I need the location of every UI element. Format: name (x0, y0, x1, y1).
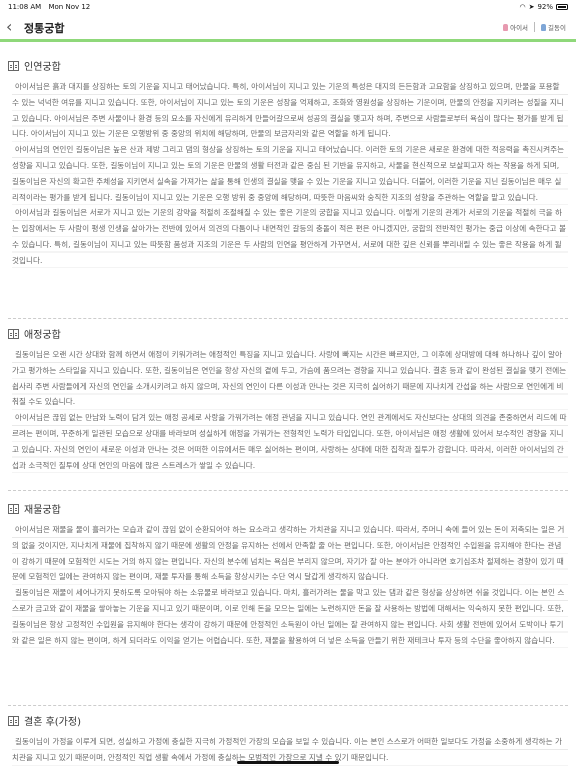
paragraph: 아이서님은 끊임 없는 만남와 노력이 담겨 있는 애정 공세로 사랑을 가꿔가… (12, 410, 568, 474)
back-chevron-icon[interactable]: ‹ (6, 18, 20, 36)
section-divider (8, 705, 568, 706)
section-divider (8, 318, 568, 319)
battery-icon (556, 4, 568, 10)
female-person-icon (503, 23, 509, 31)
book-icon (8, 503, 19, 514)
section-title: 인연궁합 (24, 62, 61, 73)
page-title: 정통궁합 (24, 22, 65, 35)
content-scroll[interactable]: 인연궁합 아이서님은 흙과 대지를 상징하는 토의 기운을 지니고 태어났습니다… (0, 45, 576, 768)
wifi-icon: ◠ (519, 3, 526, 11)
person2-button[interactable]: 길동이 (541, 22, 566, 32)
nav-separator (534, 22, 536, 32)
paragraph: 길동이님은 오랜 시간 상대와 함께 하면서 애정이 키워가려는 애정적인 특징… (12, 347, 568, 411)
battery-percent: 92% (537, 3, 553, 11)
status-time: 11:08 AM (8, 3, 42, 11)
status-date: Mon Nov 12 (48, 3, 91, 11)
paragraph: 아이서님은 흙과 대지를 상징하는 토의 기운을 지니고 태어났습니다. 특히,… (12, 79, 568, 143)
section-header: 재물궁합 (8, 501, 61, 516)
book-icon (8, 715, 19, 726)
nav-bar: ‹ 정통궁합 아이서 길동이 (0, 14, 576, 42)
section-header: 인연궁합 (8, 58, 61, 73)
section-header: 결혼 후(가정) (8, 713, 81, 728)
paragraph: 아이서님은 재물을 물이 흘러가는 모습과 같이 끊임 없이 순환되어야 하는 … (12, 522, 568, 586)
section-body: 길동이님은 오랜 시간 상대와 함께 하면서 애정이 키워가려는 애정적인 특징… (12, 347, 568, 474)
section-title: 결혼 후(가정) (24, 717, 81, 728)
person1-name: 아이서 (510, 24, 529, 32)
person1-button[interactable]: 아이서 (503, 22, 528, 32)
status-bar: 11:08 AM Mon Nov 12 ◠ ➤ 92% (0, 0, 576, 14)
status-left: 11:08 AM Mon Nov 12 (8, 3, 95, 11)
book-icon (8, 60, 19, 71)
paragraph: 길동이님은 재물이 세어나가지 못하도록 모아둬야 하는 소유물로 바라보고 있… (12, 585, 568, 649)
section-title: 재물궁합 (24, 505, 61, 516)
status-right: ◠ ➤ 92% (519, 3, 568, 11)
nav-actions: 아이서 길동이 (503, 22, 566, 32)
section-body: 아이서님은 흙과 대지를 상징하는 토의 기운을 지니고 태어났습니다. 특히,… (12, 79, 568, 269)
person2-name: 길동이 (548, 24, 566, 32)
location-icon: ➤ (528, 3, 535, 11)
section-title: 애정궁합 (24, 330, 61, 341)
paragraph: 아이서님의 연인인 길동이님은 높은 산과 제방 그리고 댐의 형상을 상징하는… (12, 142, 568, 206)
home-indicator[interactable] (237, 761, 339, 764)
section-body: 아이서님은 재물을 물이 흘러가는 모습과 같이 끊임 없이 순환되어야 하는 … (12, 522, 568, 649)
book-icon (8, 328, 19, 339)
male-person-icon (541, 23, 547, 31)
section-header: 애정궁합 (8, 326, 61, 341)
paragraph: 아이서님과 길동이님은 서로가 지니고 있는 기운의 강약을 적절히 조절해질 … (12, 205, 568, 269)
section-divider (8, 490, 568, 491)
